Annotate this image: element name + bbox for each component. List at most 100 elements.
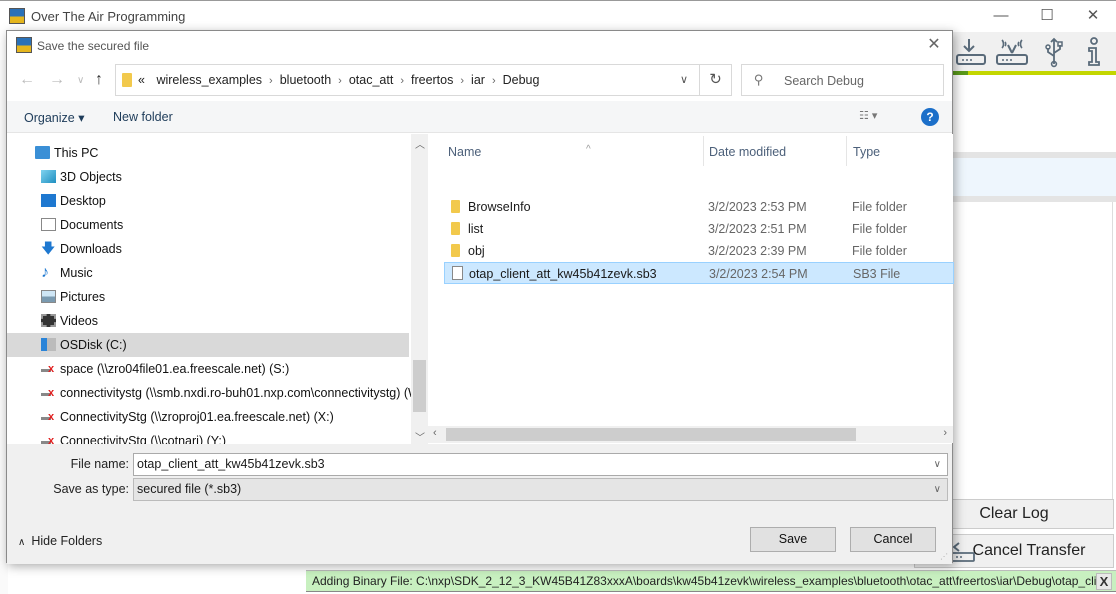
- tree-item[interactable]: Desktop: [7, 189, 409, 213]
- address-bar[interactable]: « wireless_examples › bluetooth › otac_att › f…: [115, 64, 700, 96]
- search-input[interactable]: ⚲ Search Debug: [741, 64, 944, 96]
- tree-item[interactable]: ▬x connectivitystg (\\smb.nxdi.ro-buh01.n…: [7, 381, 411, 405]
- file-row[interactable]: list 3/2/2023 2:51 PM File folder: [444, 218, 954, 240]
- tree-item-label: Videos: [60, 314, 98, 328]
- info-icon[interactable]: [1076, 36, 1112, 68]
- breadcrumb-separator[interactable]: ›: [400, 75, 404, 87]
- column-divider[interactable]: [703, 136, 704, 166]
- file-name: obj: [468, 244, 485, 258]
- dialog-title: Save the secured file: [37, 39, 150, 53]
- chevron-down-icon[interactable]: ∨: [934, 454, 941, 475]
- tree-item-label: ConnectivityStg (\\cotnari) (Y:): [60, 434, 227, 444]
- breadcrumb-item[interactable]: otac_att: [349, 73, 393, 87]
- scrollbar-thumb[interactable]: [413, 360, 426, 412]
- hide-folders-button[interactable]: ∧ Hide Folders: [18, 534, 102, 548]
- breadcrumb-item[interactable]: freertos: [411, 73, 453, 87]
- file-date: 3/2/2023 2:53 PM: [708, 200, 807, 214]
- scroll-down-arrow-icon[interactable]: ﹀: [415, 429, 425, 444]
- file-name: BrowseInfo: [468, 200, 531, 214]
- search-icon: ⚲: [754, 72, 764, 87]
- breadcrumb-item[interactable]: iar: [471, 73, 485, 87]
- tree-item-label: Music: [60, 266, 93, 280]
- file-name-input[interactable]: otap_client_att_kw45b41zevk.sb3 ∨: [133, 453, 948, 476]
- documents-icon: [41, 218, 56, 231]
- scroll-up-arrow-icon[interactable]: ︿: [415, 136, 425, 151]
- maximize-button[interactable]: ☐: [1024, 5, 1070, 29]
- router-wireless-icon[interactable]: [994, 36, 1030, 68]
- file-list-hscrollbar[interactable]: ‹ ›: [428, 426, 953, 443]
- minimize-button[interactable]: —: [978, 5, 1024, 29]
- cancel-button[interactable]: Cancel: [850, 527, 936, 552]
- breadcrumb-separator[interactable]: ›: [338, 75, 342, 87]
- scrollbar-thumb[interactable]: [446, 428, 856, 441]
- file-list: Name ^ Date modified Type BrowseInfo 3/2/…: [428, 134, 954, 426]
- save-button[interactable]: Save: [750, 527, 836, 552]
- help-icon[interactable]: ?: [921, 108, 939, 126]
- disconnected-drive-icon: ▬x: [41, 387, 55, 399]
- column-header-name[interactable]: Name ^: [448, 140, 698, 164]
- app-title: Over The Air Programming: [31, 9, 186, 24]
- tree-item[interactable]: 🡇 Downloads: [7, 237, 409, 261]
- app-divider: [950, 196, 1116, 202]
- up-arrow-icon[interactable]: ↑: [95, 71, 103, 89]
- app-selected-row: [950, 158, 1116, 196]
- tree-scrollbar[interactable]: ︿ ﹀: [411, 134, 428, 444]
- tree-item[interactable]: Videos: [7, 309, 409, 333]
- save-type-select[interactable]: secured file (*.sb3) ∨: [133, 478, 948, 501]
- breadcrumb-separator[interactable]: ›: [492, 75, 496, 87]
- chevron-down-icon[interactable]: ∨: [934, 479, 941, 500]
- tree-item[interactable]: ▬x ConnectivityStg (\\cotnari) (Y:): [7, 429, 409, 444]
- file-row[interactable]: otap_client_att_kw45b41zevk.sb3 3/2/2023 …: [444, 262, 954, 284]
- tree-item[interactable]: 3D Objects: [7, 165, 409, 189]
- app-titlebar: Over The Air Programming — ☐ ✕: [0, 0, 1116, 32]
- scroll-left-arrow-icon[interactable]: ‹: [433, 427, 437, 439]
- status-close-button[interactable]: X: [1096, 573, 1112, 590]
- breadcrumb-separator[interactable]: ›: [460, 75, 464, 87]
- new-folder-button[interactable]: New folder: [113, 110, 173, 124]
- status-message: Adding Binary File: C:\nxp\SDK_2_12_3_KW…: [312, 574, 1110, 588]
- dialog-footer: File name: otap_client_att_kw45b41zevk.s…: [7, 444, 952, 564]
- drive-icon: [41, 338, 56, 351]
- dialog-app-icon: [16, 37, 32, 53]
- tree-item[interactable]: OSDisk (C:): [7, 333, 409, 357]
- file-type: SB3 File: [853, 267, 901, 281]
- scroll-right-arrow-icon[interactable]: ›: [943, 427, 947, 439]
- resize-grip-icon[interactable]: ⋰: [940, 552, 950, 562]
- organize-button[interactable]: Organize ▾: [24, 110, 84, 125]
- breadcrumb-item[interactable]: Debug: [503, 73, 540, 87]
- dialog-close-button[interactable]: ✕: [924, 35, 944, 55]
- dialog-titlebar: Save the secured file ✕: [7, 31, 952, 61]
- column-divider[interactable]: [846, 136, 847, 166]
- recent-locations-chevron-icon[interactable]: ∨: [77, 75, 84, 86]
- router-download-icon[interactable]: [954, 36, 990, 68]
- file-name-label: File name:: [70, 457, 129, 471]
- tree-item[interactable]: This PC: [7, 141, 409, 165]
- tree-item-label: OSDisk (C:): [60, 338, 127, 352]
- close-window-button[interactable]: ✕: [1070, 5, 1116, 29]
- tree-item[interactable]: Pictures: [7, 285, 409, 309]
- file-row[interactable]: BrowseInfo 3/2/2023 2:53 PM File folder: [444, 196, 954, 218]
- view-options-button[interactable]: ☷ ▾: [859, 109, 899, 125]
- chevron-down-icon[interactable]: ∨: [680, 73, 688, 86]
- forward-arrow-icon[interactable]: →: [49, 71, 65, 89]
- file-type: File folder: [852, 222, 907, 236]
- app-toolbar: [950, 32, 1116, 72]
- file-row[interactable]: obj 3/2/2023 2:39 PM File folder: [444, 240, 954, 262]
- breadcrumb-separator[interactable]: ›: [269, 75, 273, 87]
- column-header-type[interactable]: Type: [853, 140, 880, 164]
- column-header-date[interactable]: Date modified: [709, 140, 786, 164]
- file-type: File folder: [852, 244, 907, 258]
- breadcrumb-item[interactable]: bluetooth: [280, 73, 331, 87]
- tree-item[interactable]: ▬x ConnectivityStg (\\zroproj01.ea.freesc…: [7, 405, 409, 429]
- usb-icon[interactable]: [1036, 36, 1072, 68]
- back-arrow-icon[interactable]: ←: [19, 71, 35, 89]
- tree-item[interactable]: Documents: [7, 213, 409, 237]
- pictures-icon: [41, 290, 56, 303]
- tree-item[interactable]: ▬x space (\\zro04file01.ea.freescale.net)…: [7, 357, 409, 381]
- breadcrumb-item[interactable]: wireless_examples: [156, 73, 262, 87]
- file-date: 3/2/2023 2:54 PM: [709, 267, 808, 281]
- breadcrumb-overflow[interactable]: «: [138, 73, 145, 87]
- tree-item[interactable]: ♪ Music: [7, 261, 409, 285]
- refresh-button[interactable]: ↻: [700, 64, 732, 96]
- folder-icon: [451, 244, 460, 257]
